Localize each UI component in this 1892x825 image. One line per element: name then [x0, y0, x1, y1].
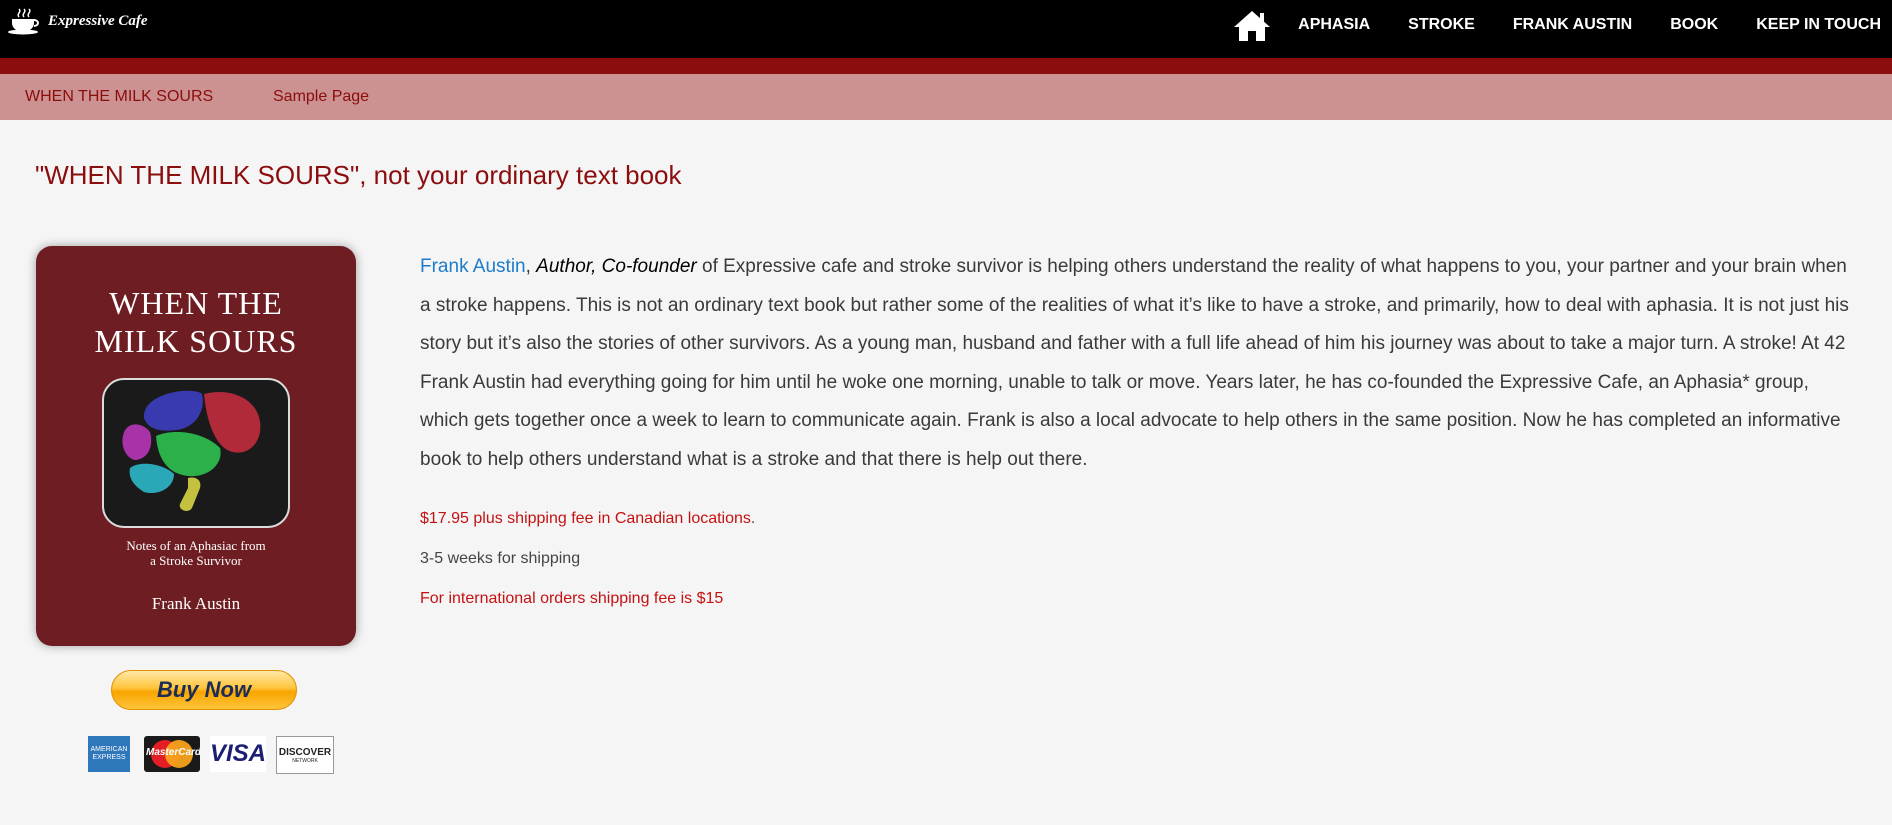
- book-cover-subtitle-line: a Stroke Survivor: [150, 553, 242, 568]
- shipping-time: 3-5 weeks for shipping: [420, 550, 581, 567]
- subnav-when-the-milk-sours[interactable]: WHEN THE MILK SOURS: [25, 88, 213, 106]
- mastercard-label: MasterCard: [146, 747, 200, 758]
- buy-now-label: Buy Now: [156, 677, 252, 702]
- site-logo[interactable]: Expressive Cafe: [6, 6, 148, 36]
- top-navigation-bar: Expressive Cafe APHASIA STROKE FRANK AUS…: [0, 0, 1892, 58]
- nav-aphasia[interactable]: APHASIA: [1298, 16, 1370, 34]
- home-icon: [1234, 11, 1271, 41]
- book-cover-title-line: MILK SOURS: [94, 323, 298, 359]
- book-cover-author: Frank Austin: [151, 594, 241, 613]
- main-nav: APHASIA STROKE FRANK AUSTIN BOOK KEEP IN…: [1232, 0, 1892, 58]
- price-line: $17.95 plus shipping fee in Canadian loc…: [420, 510, 751, 527]
- book-cover-image: WHEN THE MILK SOURS Notes of an Aphasiac…: [36, 246, 356, 646]
- visa-card-icon: VISA: [210, 736, 266, 772]
- header-accent-bar: [0, 58, 1892, 74]
- sub-navigation: WHEN THE MILK SOURS Sample Page: [0, 74, 1892, 120]
- page-title: "WHEN THE MILK SOURS", not your ordinary…: [35, 160, 682, 190]
- international-shipping: For international orders shipping fee is…: [420, 590, 724, 607]
- price-period: .: [750, 510, 756, 527]
- book-cover-title-line: WHEN THE: [109, 285, 283, 321]
- coffee-cup-logo-icon: [8, 8, 39, 35]
- description-comma: ,: [525, 256, 531, 277]
- nav-stroke[interactable]: STROKE: [1408, 16, 1475, 34]
- nav-keep-in-touch[interactable]: KEEP IN TOUCH: [1756, 16, 1881, 34]
- brain-illustration: [102, 378, 290, 528]
- discover-sub-label: NETWORK: [292, 757, 318, 764]
- brain-icon: [122, 390, 261, 511]
- book-cover-subtitle: Notes of an Aphasiac from a Stroke Survi…: [36, 538, 356, 568]
- price-text: $17.95 plus shipping fee in Canadian loc…: [420, 510, 755, 528]
- discover-label: DISCOVER: [278, 746, 332, 758]
- buy-now-button[interactable]: Buy Now: [111, 670, 297, 710]
- book-cover-subtitle-line: Notes of an Aphasiac from: [126, 538, 266, 553]
- amex-card-icon: AMERICAN EXPRESS: [88, 736, 130, 772]
- description-body: of Expressive cafe and stroke survivor i…: [420, 256, 1849, 470]
- payment-cards: AMERICAN EXPRESS MasterCard VISA DISCOVE…: [88, 736, 334, 774]
- discover-card-icon: DISCOVER NETWORK: [276, 736, 334, 774]
- home-button[interactable]: [1232, 8, 1272, 44]
- logo-text: Expressive Cafe: [48, 12, 148, 29]
- mastercard-icon: MasterCard: [144, 736, 200, 772]
- book-cover-title: WHEN THE MILK SOURS: [36, 284, 356, 360]
- book-description: Frank Austin, Author, Co-founder of Expr…: [420, 248, 1860, 479]
- subnav-sample-page[interactable]: Sample Page: [273, 88, 369, 106]
- frank-austin-link[interactable]: Frank Austin: [420, 256, 526, 277]
- author-role: Author, Co-founder: [536, 256, 697, 277]
- nav-frank-austin[interactable]: FRANK AUSTIN: [1513, 16, 1632, 34]
- nav-book[interactable]: BOOK: [1670, 16, 1718, 34]
